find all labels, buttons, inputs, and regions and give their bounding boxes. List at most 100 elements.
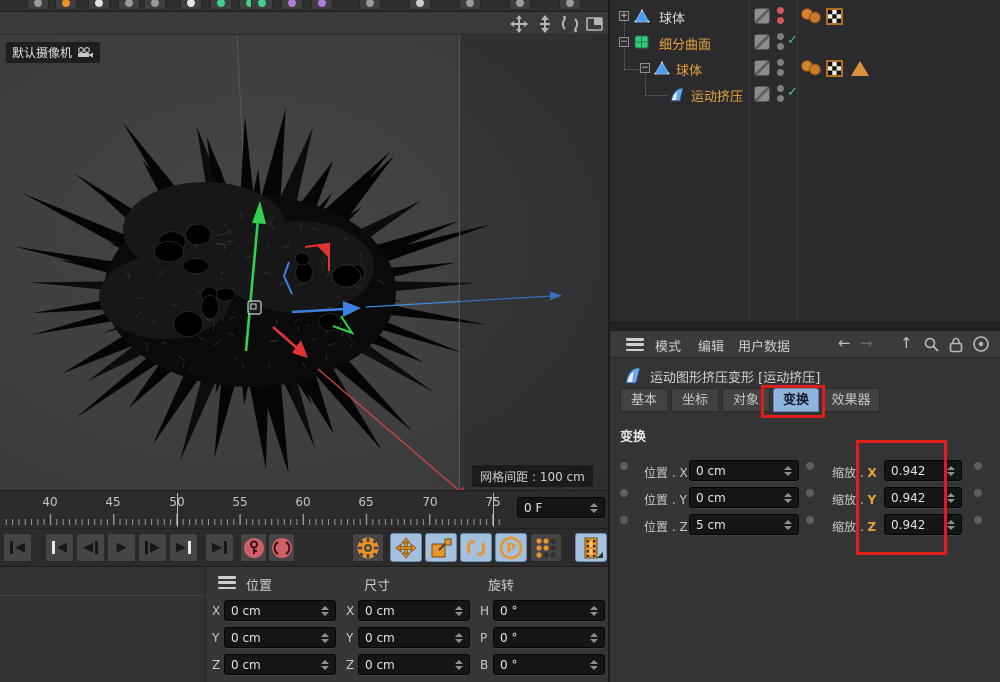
- next-key-button[interactable]: ▶: [169, 533, 198, 562]
- transform-scale-x-field[interactable]: 0.942: [884, 460, 962, 481]
- tab-transform[interactable]: 变换: [773, 388, 819, 412]
- layer-toggle-icon[interactable]: [754, 8, 770, 24]
- prev-key-button[interactable]: ◀: [45, 533, 74, 562]
- timeline-ruler[interactable]: 40 45 50 55 60 65 70 75 0 F: [0, 490, 608, 528]
- back-icon[interactable]: ←: [838, 334, 851, 352]
- tab-effectors[interactable]: 效果器: [822, 388, 880, 412]
- menu-edit[interactable]: 编辑: [698, 336, 724, 355]
- material-tag-icon[interactable]: [800, 59, 824, 77]
- keyframe-knob[interactable]: [620, 489, 628, 497]
- autokey-button[interactable]: [268, 533, 295, 562]
- toolbar-icon[interactable]: [88, 0, 110, 10]
- toolbar-icon[interactable]: [210, 0, 232, 10]
- prev-frame-button[interactable]: ◀: [76, 533, 105, 562]
- rotation-b-field[interactable]: 0 °: [493, 654, 605, 675]
- render-visibility-dot[interactable]: [777, 43, 784, 50]
- toolbar-icon[interactable]: [144, 0, 166, 10]
- target-icon[interactable]: [972, 335, 990, 353]
- material-tag-icon[interactable]: [800, 7, 824, 25]
- position-y-field[interactable]: 0 cm: [224, 627, 336, 648]
- record-keyframe-button[interactable]: [240, 533, 267, 562]
- toolbar-icon[interactable]: [27, 0, 49, 10]
- object-row-motion-extrude[interactable]: 运动挤压 ✓: [610, 81, 1000, 107]
- collapse-minus-icon[interactable]: −: [619, 37, 629, 47]
- lock-icon[interactable]: [948, 336, 964, 353]
- key-position-button[interactable]: [390, 533, 422, 562]
- toolbar-icon[interactable]: [251, 0, 273, 10]
- keyframe-knob[interactable]: [806, 489, 814, 497]
- transform-position-y-field[interactable]: 0 cm: [689, 487, 799, 508]
- toolbar-icon[interactable]: [55, 0, 77, 10]
- range-marker[interactable]: [177, 493, 178, 527]
- keyframe-knob[interactable]: [806, 462, 814, 470]
- viewport-canvas[interactable]: 默认摄像机 网格间距 : 100 cm: [0, 35, 608, 490]
- toolbar-icon[interactable]: [118, 0, 140, 10]
- goto-end-button[interactable]: ▶: [205, 533, 234, 562]
- keyframe-knob[interactable]: [620, 462, 628, 470]
- editor-visibility-dot[interactable]: [777, 85, 784, 92]
- editor-visibility-dot[interactable]: [777, 7, 784, 14]
- next-frame-button[interactable]: ▶: [138, 533, 167, 562]
- toolbar-icon[interactable]: [311, 0, 333, 10]
- layer-toggle-icon[interactable]: [754, 86, 770, 102]
- keying-settings-button[interactable]: [352, 533, 384, 562]
- expand-plus-icon[interactable]: +: [619, 11, 629, 21]
- forward-icon[interactable]: →: [860, 334, 873, 352]
- object-row-sphere-child[interactable]: − 球体: [610, 55, 1000, 81]
- current-frame-field[interactable]: 0 F: [517, 497, 605, 518]
- toolbar-icon[interactable]: [559, 0, 581, 10]
- goto-start-button[interactable]: ◀: [3, 533, 32, 562]
- collapse-minus-icon[interactable]: −: [640, 63, 650, 73]
- transform-scale-z-field[interactable]: 0.942: [884, 514, 962, 535]
- enabled-check-icon[interactable]: ✓: [787, 33, 798, 48]
- position-x-field[interactable]: 0 cm: [224, 600, 336, 621]
- editor-visibility-dot[interactable]: [777, 33, 784, 40]
- key-point-level-button[interactable]: [530, 533, 562, 562]
- toolbar-icon[interactable]: [509, 0, 531, 10]
- keyframe-knob[interactable]: [620, 516, 628, 524]
- toolbar-icon[interactable]: [409, 0, 431, 10]
- menu-user-data[interactable]: 用户数据: [738, 336, 790, 355]
- toolbar-icon[interactable]: [359, 0, 381, 10]
- play-button[interactable]: ▶: [107, 533, 136, 562]
- keyframe-knob[interactable]: [806, 516, 814, 524]
- dolly-icon[interactable]: [535, 14, 555, 34]
- camera-label[interactable]: 默认摄像机: [6, 42, 100, 63]
- render-visibility-dot[interactable]: [777, 95, 784, 102]
- position-z-field[interactable]: 0 cm: [224, 654, 336, 675]
- render-visibility-dot[interactable]: [777, 69, 784, 76]
- checker-texture-tag-icon[interactable]: [826, 8, 843, 25]
- object-row-subdivision-surface[interactable]: − 细分曲面 ✓: [610, 29, 1000, 55]
- transform-position-z-field[interactable]: 5 cm: [689, 514, 799, 535]
- key-parameter-button[interactable]: P: [495, 533, 527, 562]
- coord-menu-icon[interactable]: [218, 576, 236, 589]
- rotate-view-icon[interactable]: [560, 14, 580, 34]
- rotation-p-field[interactable]: 0 °: [493, 627, 605, 648]
- pan-icon[interactable]: [509, 14, 529, 34]
- key-rotation-button[interactable]: [460, 533, 492, 562]
- enabled-check-icon[interactable]: ✓: [787, 85, 798, 100]
- maximize-view-icon[interactable]: [585, 14, 605, 34]
- search-icon[interactable]: [923, 336, 940, 353]
- menu-mode[interactable]: 模式: [655, 336, 681, 355]
- object-row-sphere-top[interactable]: + 球体: [610, 3, 1000, 29]
- tab-basic[interactable]: 基本: [620, 388, 668, 412]
- checker-texture-tag-icon[interactable]: [826, 60, 843, 77]
- tab-object[interactable]: 对象: [722, 388, 770, 412]
- range-marker[interactable]: [493, 493, 494, 527]
- layer-toggle-icon[interactable]: [754, 60, 770, 76]
- up-icon[interactable]: ↑: [900, 334, 913, 352]
- size-x-field[interactable]: 0 cm: [358, 600, 470, 621]
- key-scale-button[interactable]: [425, 533, 457, 562]
- keyframe-knob[interactable]: [974, 516, 982, 524]
- spinner-icon[interactable]: [590, 503, 598, 513]
- transform-scale-y-field[interactable]: 0.942: [884, 487, 962, 508]
- render-visibility-dot[interactable]: [777, 17, 784, 24]
- keyframe-knob[interactable]: [974, 489, 982, 497]
- size-y-field[interactable]: 0 cm: [358, 627, 470, 648]
- toolbar-icon[interactable]: [281, 0, 303, 10]
- panel-divider[interactable]: [610, 322, 1000, 330]
- phong-tag-icon[interactable]: [850, 60, 870, 77]
- layer-toggle-icon[interactable]: [754, 34, 770, 50]
- size-z-field[interactable]: 0 cm: [358, 654, 470, 675]
